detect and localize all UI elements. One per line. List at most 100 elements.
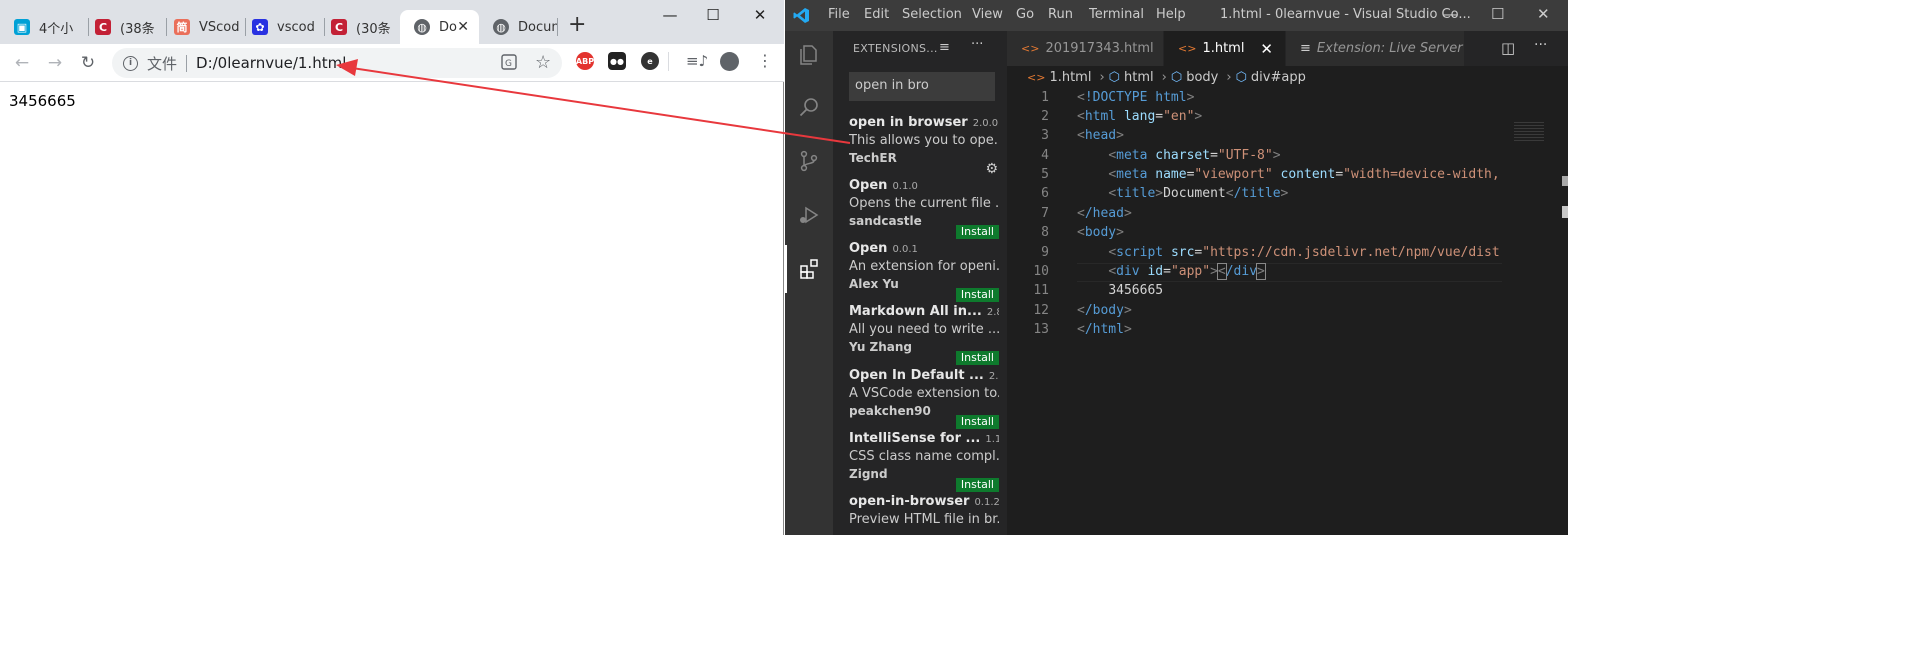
code-editor[interactable]: 1 2 3 4 5 6 7 8 9 10 11 12 13 <!DOCTYPE … [1007, 88, 1568, 535]
minimap[interactable] [1502, 88, 1568, 535]
install-button[interactable]: Install [955, 288, 999, 302]
close-window-button[interactable]: ✕ [745, 6, 775, 26]
menu-selection[interactable]: Selection [902, 7, 962, 22]
install-button[interactable]: Install [955, 351, 999, 365]
bookmark-star-icon[interactable]: ☆ [535, 52, 551, 73]
bilibili-icon: ▣ [14, 19, 30, 35]
vscode-window: File Edit Selection View Go Run Terminal… [785, 0, 1568, 535]
screenshot-root: ▣ 4个小 C (38条 简 VScod ✿ vscod C (30条 ◍ Do… [0, 0, 1568, 535]
address-url[interactable]: D:/0learnvue/1.html [196, 54, 346, 72]
activity-bar [785, 31, 833, 535]
explorer-files-icon[interactable] [785, 31, 833, 79]
extensions-sidebar: EXTENSIONS... ≡ ··· open in bro open in … [833, 31, 1007, 535]
browser-tab-7[interactable]: ◍ Docun [479, 10, 559, 44]
menu-terminal[interactable]: Terminal [1089, 7, 1144, 22]
editor-tab-201917343[interactable]: <> 201917343.html [1007, 31, 1163, 66]
breadcrumb-item[interactable]: html [1124, 70, 1154, 85]
extensions-icon[interactable] [785, 245, 833, 293]
search-icon[interactable] [785, 83, 833, 131]
extension-name: Markdown All in... [849, 304, 982, 319]
window-title: 1.html - 0learnvue - Visual Studio Co... [1220, 7, 1471, 22]
extension-description: An extension for openi... [849, 259, 999, 274]
gear-icon[interactable]: ⚙ [985, 161, 998, 177]
vscode-close-button[interactable]: ✕ [1537, 5, 1550, 23]
editor-more-actions-icon[interactable]: ··· [1534, 37, 1547, 53]
extension-description: A VSCode extension to... [849, 386, 999, 401]
close-tab-icon[interactable]: ✕ [1260, 40, 1273, 58]
breadcrumb-item[interactable]: body [1186, 70, 1218, 85]
vscode-maximize-button[interactable]: ☐ [1491, 5, 1504, 23]
code-line: </body> [1077, 303, 1132, 318]
extension-search-input[interactable]: open in bro [849, 72, 995, 101]
forward-arrow-icon[interactable]: → [45, 53, 65, 73]
browser-tab-5[interactable]: C (30条 [317, 10, 403, 44]
extension-item[interactable]: Open 0.1.0 Opens the current file ... san… [849, 178, 999, 241]
csdn-icon: C [95, 19, 111, 35]
editor-tab-label: 1.html [1202, 41, 1245, 56]
install-button[interactable]: Install [955, 478, 999, 492]
translate-icon[interactable]: G [501, 54, 517, 74]
html-file-icon: <> [1027, 70, 1046, 84]
menu-file[interactable]: File [828, 7, 850, 22]
breadcrumb-item[interactable]: 1.html [1049, 70, 1091, 85]
extension-e-icon[interactable]: e [641, 52, 659, 70]
more-actions-icon[interactable]: ··· [971, 37, 983, 52]
reload-icon[interactable]: ↻ [78, 53, 98, 73]
menu-view[interactable]: View [972, 7, 1003, 22]
browser-tab-1[interactable]: ▣ 4个小 [0, 10, 88, 44]
new-tab-button[interactable]: + [568, 14, 586, 36]
extension-item[interactable]: Open 0.0.1 An extension for openi... Alex… [849, 241, 999, 304]
menu-run[interactable]: Run [1048, 7, 1073, 22]
back-arrow-icon[interactable]: ← [12, 53, 32, 73]
menu-go[interactable]: Go [1016, 7, 1034, 22]
page-body-text: 3456665 [9, 92, 76, 110]
globe-icon: ◍ [414, 19, 430, 35]
filter-list-icon[interactable]: ≡ [939, 40, 950, 55]
html-file-icon: <> [1021, 42, 1040, 55]
vscode-minimize-button[interactable]: — [1443, 5, 1458, 23]
address-divider [186, 54, 188, 72]
editor-tab-live-server[interactable]: ≡ Extension: Live Server [1286, 31, 1464, 66]
chevron-right-icon: › [1226, 69, 1232, 85]
chevron-right-icon: › [1161, 69, 1167, 85]
more-menu-icon[interactable]: ⋮ [757, 51, 773, 70]
close-tab-icon[interactable]: ✕ [457, 19, 469, 35]
minimize-button[interactable]: — [655, 6, 685, 26]
code-line: <meta charset="UTF-8"> [1108, 148, 1281, 163]
menu-help[interactable]: Help [1156, 7, 1186, 22]
source-control-icon[interactable] [785, 137, 833, 185]
tab-title: Docun [518, 19, 558, 35]
install-button[interactable]: Install [955, 225, 999, 239]
csdn-icon: C [331, 19, 347, 35]
browser-tab-4[interactable]: ✿ vscod [238, 10, 324, 44]
line-number: 7 [1041, 206, 1049, 221]
adblock-plus-icon[interactable]: ABP [576, 52, 594, 70]
install-button[interactable]: Install [955, 415, 999, 429]
profile-avatar-icon[interactable] [720, 52, 739, 71]
address-bar[interactable]: i 文件 D:/0learnvue/1.html G ☆ [112, 48, 562, 78]
tab-title: VScod [199, 19, 239, 35]
extension-item[interactable]: Open In Default ... 2.1.2 A VSCode extens… [849, 368, 999, 431]
editor-tab-1-html[interactable]: <> 1.html ✕ [1164, 31, 1285, 66]
line-number: 4 [1041, 148, 1049, 163]
browser-tab-2[interactable]: C (38条 [81, 10, 167, 44]
extension-item[interactable]: Markdown All in... 2.8.0 All you need to … [849, 304, 999, 367]
media-queue-icon[interactable]: ≡♪ [686, 52, 708, 70]
extension-name: IntelliSense for ... [849, 431, 981, 446]
browser-tab-3[interactable]: 简 VScod [160, 10, 246, 44]
extension-version: 2.1.2 [988, 371, 999, 382]
browser-tab-active[interactable]: ◍ Do ✕ [400, 10, 479, 44]
breadcrumb-item[interactable]: div#app [1251, 70, 1306, 85]
extension-item[interactable]: open in browser 2.0.0 This allows you to … [849, 115, 999, 178]
tampermonkey-icon[interactable]: ●● [608, 52, 626, 70]
code-line: </html> [1077, 322, 1132, 337]
line-number: 1 [1041, 90, 1049, 105]
run-debug-icon[interactable] [785, 191, 833, 239]
info-icon[interactable]: i [123, 55, 138, 71]
maximize-button[interactable]: ☐ [698, 6, 728, 26]
extension-version: 0.0.1 [892, 244, 918, 255]
split-editor-icon[interactable]: ◫ [1501, 39, 1515, 57]
extension-item[interactable]: open-in-browser 0.1.21 Preview HTML file … [849, 494, 999, 535]
extension-item[interactable]: IntelliSense for ... 1.19.0 CSS class nam… [849, 431, 999, 494]
menu-edit[interactable]: Edit [864, 7, 889, 22]
